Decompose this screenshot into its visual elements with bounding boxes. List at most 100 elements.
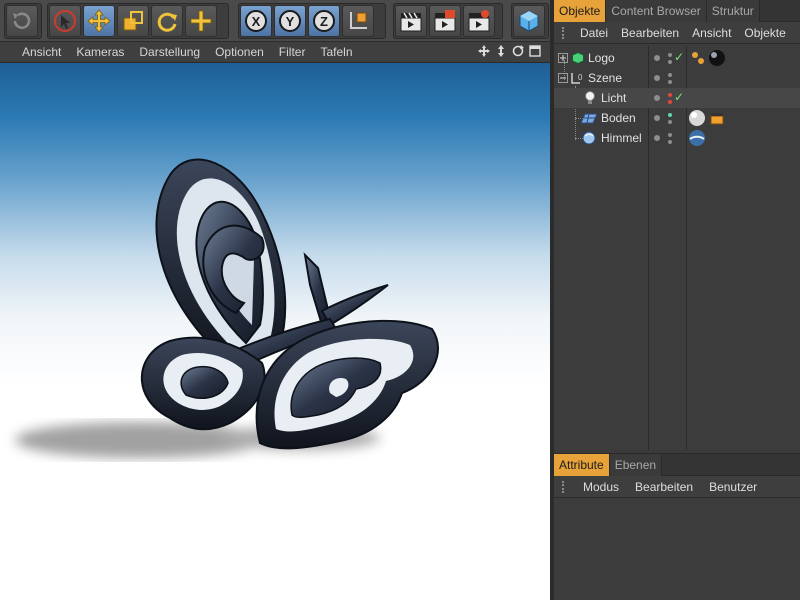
axis-group: X Y Z [238,3,386,39]
render-visibility-dot[interactable] [668,100,672,104]
clapperboard-icon [400,12,422,32]
add-tool-button[interactable] [185,5,217,37]
viewport-menu-tafeln[interactable]: Tafeln [320,45,352,59]
object-list: Logo ✓ 0 Szene Licht ✓ Boden Himmel [554,46,800,450]
viewport-menu-ansicht[interactable]: Ansicht [22,45,61,59]
list-item[interactable]: 0 Szene [554,68,800,88]
z-axis-icon: Z [313,10,335,32]
orbit-icon[interactable] [511,44,525,58]
viewport-nav-icons [477,44,542,58]
collapse-icon[interactable] [558,73,568,83]
enabled-check-icon[interactable]: ✓ [674,50,684,64]
object-name-boden: Boden [601,111,636,125]
live-selection-icon [54,10,76,32]
object-name-licht: Licht [601,91,627,105]
editor-visibility-dot[interactable] [668,93,672,97]
list-item[interactable]: Logo ✓ [554,48,800,68]
y-axis-icon: Y [279,10,301,32]
render-visibility-dot[interactable] [668,140,672,144]
enabled-check-icon[interactable]: ✓ [674,90,684,104]
undo-group [4,3,42,39]
cube-icon [519,10,539,32]
primitive-group [511,3,549,39]
rotate-tool-button[interactable] [151,5,183,37]
visibility-dot[interactable] [654,135,660,141]
undo-button[interactable] [6,5,38,37]
tab-attribute[interactable]: Attribute [554,454,610,476]
visibility-dot[interactable] [654,115,660,121]
visibility-dot[interactable] [654,55,660,61]
editor-visibility-dot[interactable] [668,53,672,57]
visibility-dot[interactable] [654,95,660,101]
object-name-szene: Szene [588,71,623,85]
menu-objekte[interactable]: Objekte [744,26,785,40]
coordinate-system-icon [350,12,367,29]
menu-bearbeiten[interactable]: Bearbeiten [621,26,679,40]
x-axis-icon: X [245,10,267,32]
editor-visibility-dot[interactable] [668,113,672,117]
plus-icon [190,10,212,32]
attribute-manager: Attribute Ebenen Modus Bearbeiten Benutz… [554,453,800,600]
viewport-menu-kameras[interactable]: Kameras [76,45,124,59]
phong-tag-icon[interactable] [690,50,706,66]
material-tag-icon[interactable] [708,49,726,67]
attribute-manager-tabs: Attribute Ebenen [554,454,800,476]
editor-visibility-dot[interactable] [668,73,672,77]
3d-viewport[interactable] [0,63,550,600]
menu-grip [562,480,567,493]
tool-group [47,3,229,39]
tab-ebenen[interactable]: Ebenen [609,454,663,476]
visibility-dot[interactable] [654,75,660,81]
y-axis-button[interactable]: Y [274,5,306,37]
coordinate-system-button[interactable] [342,5,374,37]
maximize-view-icon[interactable] [528,44,542,58]
render-visibility-dot[interactable] [668,60,672,64]
menu-datei[interactable]: Datei [580,26,608,40]
menu-ansicht[interactable]: Ansicht [692,26,731,40]
object-name-himmel: Himmel [601,131,642,145]
viewport-menu-optionen[interactable]: Optionen [215,45,264,59]
zoom-icon[interactable] [494,44,508,58]
null-group-icon: 0 [571,73,583,84]
viewport-menu-darstellung[interactable]: Darstellung [139,45,200,59]
menu-bearbeiten[interactable]: Bearbeiten [635,480,693,494]
render-view-button[interactable] [395,5,427,37]
render-visibility-dot[interactable] [668,80,672,84]
material-tag-icon[interactable] [688,129,706,147]
render-settings-button[interactable] [463,5,495,37]
editor-visibility-dot[interactable] [668,133,672,137]
viewport-menu-filter[interactable]: Filter [279,45,306,59]
scale-tool-button[interactable] [117,5,149,37]
main-toolbar: X Y Z [0,0,550,42]
expand-icon[interactable] [558,53,568,63]
list-item[interactable]: Boden [554,108,800,128]
light-icon [585,91,595,104]
y-axis-label: Y [286,14,295,29]
menu-modus[interactable]: Modus [583,480,619,494]
pan-icon[interactable] [477,44,491,58]
render-picture-icon [434,10,456,32]
material-tag-icon[interactable] [688,109,706,127]
compositing-tag-icon[interactable] [710,111,724,125]
tab-objekte[interactable]: Objekte [554,0,607,22]
menu-grip [562,26,567,39]
floor-icon [580,113,598,124]
z-axis-button[interactable]: Z [308,5,340,37]
render-visibility-dot[interactable] [668,120,672,124]
list-item[interactable]: Licht ✓ [554,88,800,108]
viewport-menu: Ansicht Kameras Darstellung Optionen Fil… [0,42,550,63]
butterfly-lower-wing-left [140,336,266,431]
tab-struktur[interactable]: Struktur [706,0,760,22]
list-item[interactable]: Himmel [554,128,800,148]
object-name-logo: Logo [588,51,615,65]
render-picture-viewer-button[interactable] [429,5,461,37]
cube-primitive-button[interactable] [513,5,545,37]
menu-benutzer[interactable]: Benutzer [709,480,757,494]
tab-content-browser[interactable]: Content Browser [606,0,707,22]
object-manager: Objekte Content Browser Struktur Datei B… [554,0,800,450]
render-settings-icon [468,10,490,32]
attribute-manager-menu: Modus Bearbeiten Benutzer [554,476,800,498]
move-tool-button[interactable] [83,5,115,37]
x-axis-button[interactable]: X [240,5,272,37]
live-selection-button[interactable] [49,5,81,37]
